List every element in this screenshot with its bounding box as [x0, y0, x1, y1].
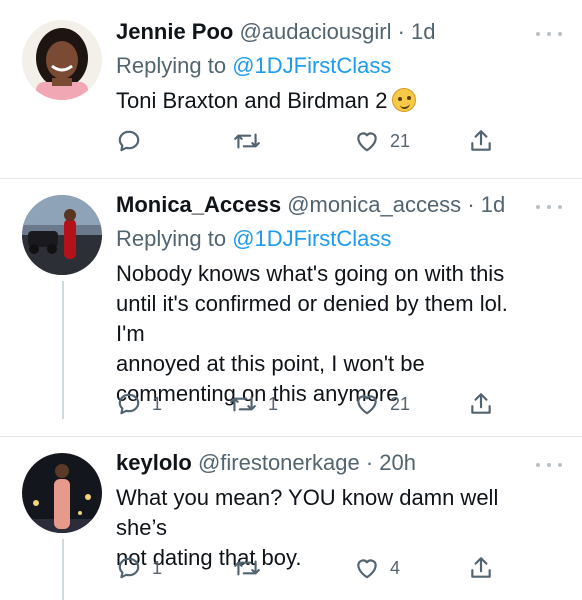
- retweet-icon: [234, 560, 260, 576]
- tweet-actions: 1 1 21: [116, 389, 506, 419]
- more-icon[interactable]: [536, 202, 562, 212]
- thread-line: [62, 281, 64, 419]
- tweet-1[interactable]: Jennie Poo @audaciousgirl · 1d Replying …: [0, 0, 582, 178]
- tweet-actions: 1 4: [116, 553, 506, 583]
- share-icon: [471, 557, 491, 578]
- tweet-text-line: What you mean? YOU know damn well she’s: [116, 485, 499, 540]
- woozy-face-emoji-icon: [391, 88, 416, 112]
- like-count: 21: [390, 130, 411, 151]
- user-handle[interactable]: @monica_access: [287, 192, 461, 217]
- reply-button[interactable]: 1: [116, 553, 162, 583]
- like-count: 21: [390, 393, 411, 414]
- display-name[interactable]: Monica_Access: [116, 192, 281, 217]
- separator-dot: ·: [467, 192, 475, 217]
- share-button[interactable]: [468, 389, 494, 419]
- share-icon: [471, 130, 491, 151]
- mention-link[interactable]: @1DJFirstClass: [232, 226, 391, 251]
- tweet-header: keylolo @firestonerkage · 20h: [116, 449, 542, 477]
- mention-link[interactable]: @1DJFirstClass: [232, 53, 391, 78]
- like-icon: [357, 132, 377, 152]
- tweet-text: Nobody knows what's going on with this u…: [116, 259, 542, 409]
- more-icon[interactable]: [536, 460, 562, 470]
- tweet-header: Monica_Access @monica_access · 1d: [116, 191, 542, 219]
- tweet-text-line: annoyed at this point, I won't be: [116, 351, 425, 376]
- tweet-text-line: Nobody knows what's going on with this: [116, 261, 505, 286]
- replying-prefix: Replying to: [116, 226, 233, 251]
- like-count: 4: [390, 557, 401, 578]
- retweet-icon: [234, 133, 260, 149]
- like-button[interactable]: 21: [354, 389, 410, 419]
- tweet-header: Jennie Poo @audaciousgirl · 1d: [116, 18, 542, 46]
- reply-icon: [118, 130, 140, 152]
- replying-to: Replying to @1DJFirstClass: [116, 52, 542, 80]
- tweet-text-line: Toni Braxton and Birdman 2: [116, 88, 388, 113]
- retweet-button[interactable]: [232, 553, 262, 583]
- avatar-monica-access[interactable]: [22, 195, 102, 275]
- timestamp[interactable]: 20h: [379, 450, 416, 475]
- display-name[interactable]: Jennie Poo: [116, 19, 233, 44]
- more-icon[interactable]: [536, 29, 562, 39]
- timestamp[interactable]: 1d: [481, 192, 505, 217]
- share-button[interactable]: [468, 126, 494, 156]
- thread-line: [62, 539, 64, 600]
- retweet-button[interactable]: 1: [228, 389, 278, 419]
- separator-dot: ·: [397, 19, 405, 44]
- replying-prefix: Replying to: [116, 53, 233, 78]
- user-handle[interactable]: @audaciousgirl: [239, 19, 391, 44]
- retweet-button[interactable]: [232, 126, 262, 156]
- retweet-icon: [230, 396, 256, 412]
- replying-to: Replying to @1DJFirstClass: [116, 225, 542, 253]
- like-button[interactable]: 21: [354, 126, 410, 156]
- retweet-count: 1: [268, 393, 279, 414]
- like-button[interactable]: 4: [354, 553, 400, 583]
- tweet-2[interactable]: Monica_Access @monica_access · 1d Replyi…: [0, 179, 582, 419]
- reply-icon: [118, 393, 140, 415]
- reply-count: 1: [152, 393, 163, 414]
- user-handle[interactable]: @firestonerkage: [198, 450, 360, 475]
- reply-icon: [118, 557, 140, 579]
- reply-button[interactable]: 1: [116, 389, 162, 419]
- share-icon: [471, 393, 491, 414]
- reply-count: 1: [152, 557, 163, 578]
- display-name[interactable]: keylolo: [116, 450, 192, 475]
- like-icon: [357, 559, 377, 579]
- tweet-text-line: until it's confirmed or denied by them l…: [116, 291, 508, 346]
- tweet-3[interactable]: keylolo @firestonerkage · 20h What you m…: [0, 437, 582, 600]
- avatar-jennie-poo[interactable]: [22, 20, 102, 100]
- reply-button[interactable]: [116, 126, 142, 156]
- like-icon: [357, 395, 377, 415]
- timestamp[interactable]: 1d: [411, 19, 435, 44]
- avatar-keylolo[interactable]: [22, 453, 102, 533]
- tweet-text: Toni Braxton and Birdman 2: [116, 86, 542, 116]
- separator-dot: ·: [365, 450, 374, 475]
- share-button[interactable]: [468, 553, 494, 583]
- tweet-actions: 21: [116, 126, 506, 156]
